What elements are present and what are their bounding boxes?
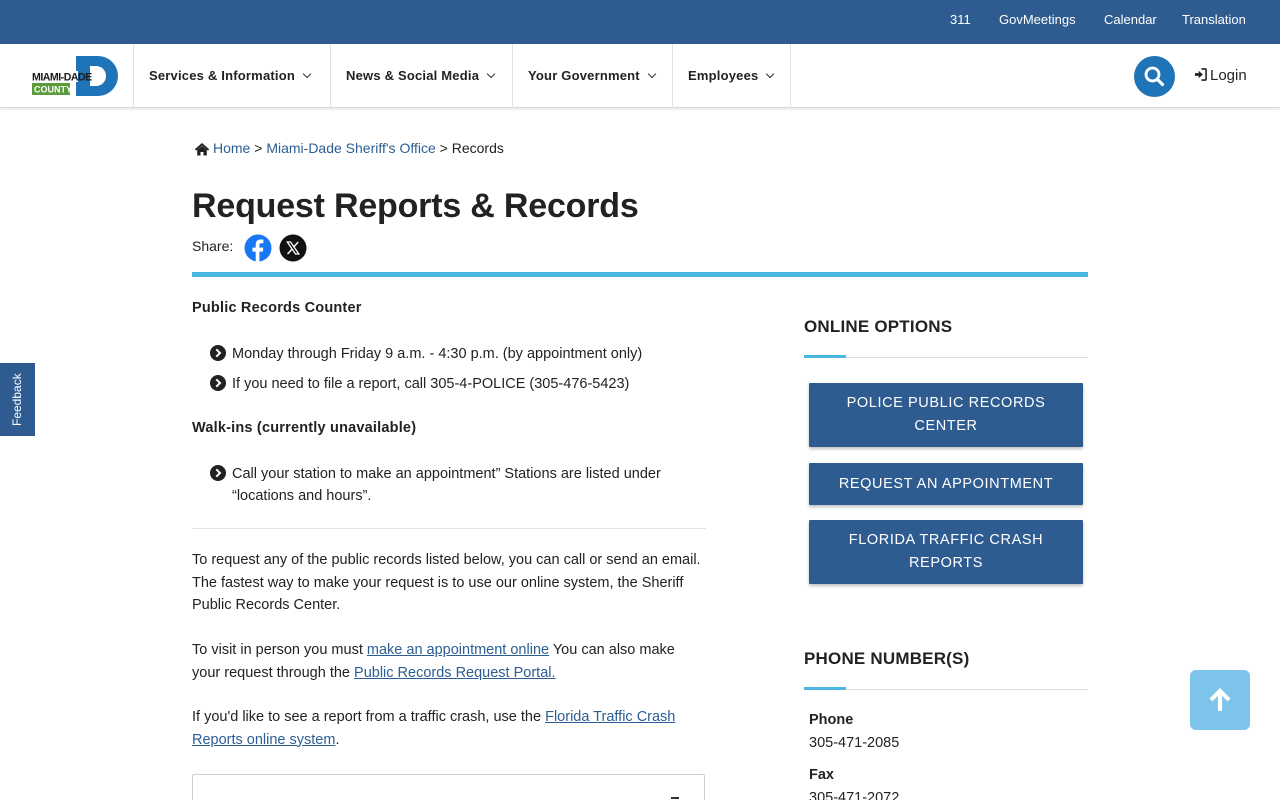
search-button[interactable] bbox=[1134, 56, 1175, 97]
request-appointment-button[interactable]: REQUEST AN APPOINTMENT bbox=[809, 463, 1083, 505]
paragraph-text: If you'd like to see a report from a tra… bbox=[192, 709, 546, 725]
chevron-circle-right-icon bbox=[210, 375, 226, 391]
nav-news-social-media[interactable]: News & Social Media bbox=[346, 68, 496, 83]
list-item-text: If you need to file a report, call 305-4… bbox=[232, 376, 630, 392]
nav-divider bbox=[672, 44, 673, 108]
title-divider bbox=[192, 272, 1088, 277]
chevron-circle-right-icon bbox=[210, 345, 226, 361]
utility-link-calendar[interactable]: Calendar bbox=[1104, 12, 1157, 27]
page-title: Request Reports & Records bbox=[192, 187, 639, 225]
login-label: Login bbox=[1210, 67, 1247, 84]
paragraph-text: . bbox=[335, 731, 340, 748]
breadcrumb-home[interactable]: Home bbox=[213, 140, 250, 156]
breadcrumb-current: Records bbox=[451, 140, 504, 156]
breadcrumb-sheriffs-office[interactable]: Miami-Dade Sheriff's Office bbox=[266, 140, 435, 156]
breadcrumb-separator: > bbox=[439, 140, 448, 156]
nav-divider bbox=[790, 44, 791, 108]
list-item-text: Monday through Friday 9 a.m. - 4:30 p.m.… bbox=[232, 346, 643, 362]
logo-text-top: MIAMI-DADE bbox=[32, 72, 92, 84]
nav-divider bbox=[512, 44, 513, 108]
back-to-top-button[interactable] bbox=[1190, 670, 1250, 730]
chevron-circle-right-icon bbox=[210, 465, 226, 481]
search-icon bbox=[1144, 66, 1165, 87]
arrow-up-icon bbox=[1209, 688, 1231, 711]
phone-label: Phone bbox=[809, 712, 854, 728]
chevron-down-icon bbox=[486, 69, 496, 79]
utility-bar: 311 GovMeetings Calendar Translation bbox=[0, 0, 1280, 44]
miami-dade-logo[interactable]: MIAMI-DADE COUNTY bbox=[32, 56, 118, 96]
feedback-label: Feedback bbox=[10, 373, 24, 426]
online-options-heading: ONLINE OPTIONS bbox=[804, 317, 953, 336]
walkins-heading: Walk-ins (currently unavailable) bbox=[192, 420, 417, 436]
nav-services-information[interactable]: Services & Information bbox=[149, 68, 312, 83]
public-records-portal-link[interactable]: Public Records Request Portal. bbox=[354, 665, 556, 681]
nav-employees[interactable]: Employees bbox=[688, 68, 775, 83]
login-button[interactable]: Login bbox=[1194, 67, 1247, 84]
breadcrumb: Home > Miami-Dade Sheriff's Office > Rec… bbox=[194, 140, 504, 156]
traffic-crash-paragraph: If you'd like to see a report from a tra… bbox=[192, 706, 706, 751]
intro-paragraph: To request any of the public records lis… bbox=[192, 552, 701, 613]
make-appointment-link[interactable]: make an appointment online bbox=[367, 642, 549, 658]
home-icon bbox=[194, 143, 210, 156]
visit-paragraph: To visit in person you must make an appo… bbox=[192, 639, 706, 684]
nav-your-government[interactable]: Your Government bbox=[528, 68, 657, 83]
chevron-down-icon bbox=[302, 69, 312, 79]
phone-numbers-heading: PHONE NUMBER(S) bbox=[804, 649, 970, 668]
utility-link-govmeetings[interactable]: GovMeetings bbox=[999, 12, 1076, 27]
heading-accent bbox=[804, 355, 846, 358]
paragraph-text: To visit in person you must bbox=[192, 642, 367, 658]
list-item-text: Call your station to make an appointment… bbox=[232, 466, 661, 504]
heading-accent bbox=[804, 687, 846, 690]
police-public-records-center-button[interactable]: POLICE PUBLIC RECORDS CENTER bbox=[809, 383, 1083, 447]
phone-value: 305-471-2085 bbox=[809, 735, 900, 751]
chevron-down-icon bbox=[647, 69, 657, 79]
florida-traffic-crash-reports-button[interactable]: FLORIDA TRAFFIC CRASH REPORTS bbox=[809, 520, 1083, 584]
public-records-counter-heading: Public Records Counter bbox=[192, 300, 362, 316]
fax-value: 305-471-2072 bbox=[809, 790, 900, 800]
section-divider bbox=[192, 528, 706, 529]
main-navigation: MIAMI-DADE COUNTY Services & Information… bbox=[0, 44, 1280, 108]
heading-rule bbox=[804, 357, 1088, 358]
nav-label: Services & Information bbox=[149, 68, 295, 83]
nav-label: News & Social Media bbox=[346, 68, 480, 83]
accordion-panel[interactable] bbox=[192, 774, 705, 800]
share-label: Share: bbox=[192, 238, 234, 254]
x-icon[interactable] bbox=[279, 234, 307, 262]
heading-rule bbox=[804, 689, 1088, 690]
nav-label: Your Government bbox=[528, 68, 640, 83]
utility-link-translation[interactable]: Translation bbox=[1182, 12, 1246, 27]
sign-in-icon bbox=[1194, 68, 1207, 81]
logo-text-bottom: COUNTY bbox=[34, 85, 72, 95]
nav-label: Employees bbox=[688, 68, 759, 83]
breadcrumb-separator: > bbox=[254, 140, 263, 156]
nav-divider bbox=[330, 44, 331, 108]
utility-link-311[interactable]: 311 bbox=[950, 12, 971, 27]
nav-divider bbox=[133, 44, 134, 108]
fax-label: Fax bbox=[809, 767, 834, 783]
collapse-icon bbox=[671, 797, 679, 799]
feedback-tab[interactable]: Feedback bbox=[0, 363, 35, 436]
chevron-down-icon bbox=[766, 69, 775, 79]
facebook-icon[interactable] bbox=[244, 234, 272, 262]
